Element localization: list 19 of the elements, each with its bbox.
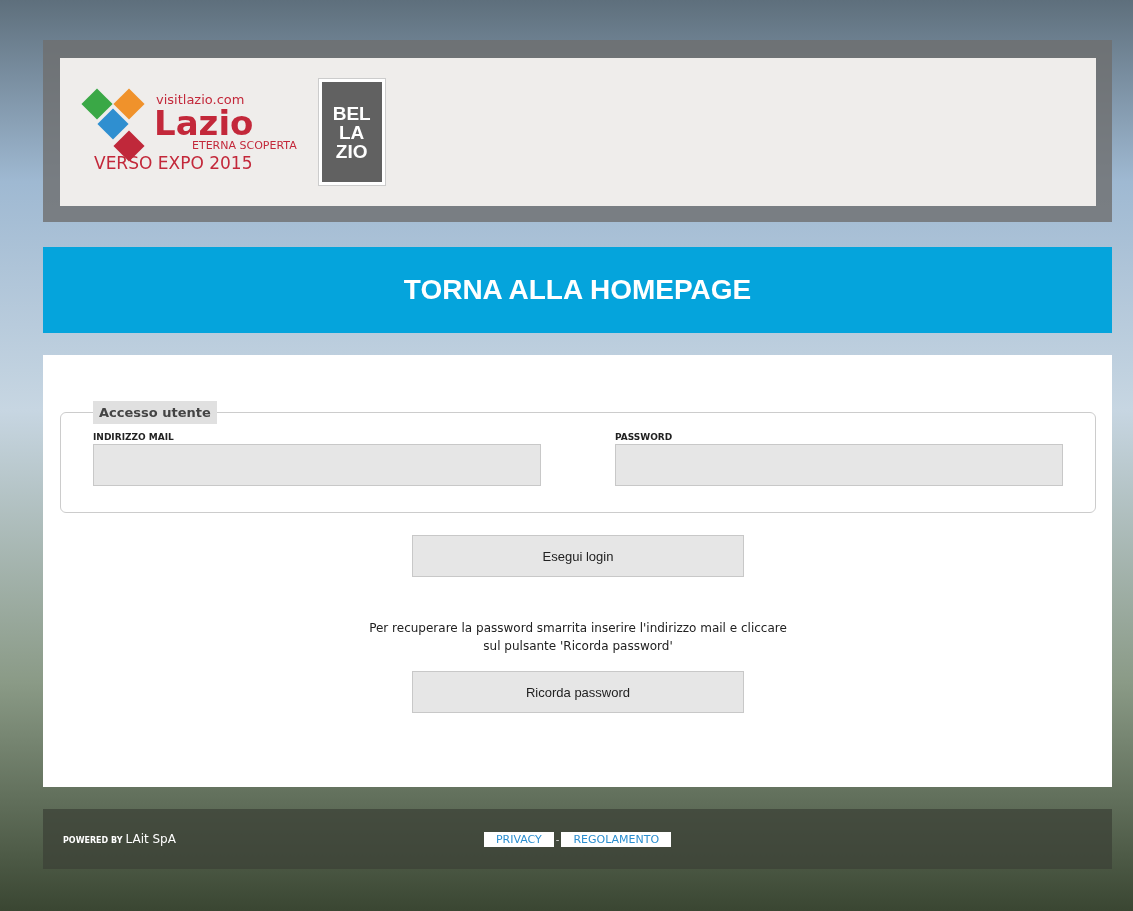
input-field[interactable] [615,444,1063,486]
field-label: PASSWORD [615,432,674,442]
company-name: LAit SpA [125,832,176,846]
footer-link[interactable]: PRIVACY [483,831,554,847]
logo-event-text: VERSO EXPO 2015 [94,154,254,172]
logo-site-text: visitlazio.com [156,92,246,106]
fieldset-legend: Accesso utente [93,401,217,424]
input-field[interactable] [93,444,541,486]
homepage-link[interactable]: TORNA ALLA HOMEPAGE [43,247,1112,333]
logo-tagline-text: ETERNA SCOPERTA [192,139,297,151]
login-button[interactable]: Esegui login [412,535,744,577]
field-label: INDIRIZZO MAIL [93,432,175,442]
footer-link[interactable]: REGOLAMENTO [561,831,672,847]
recover-password-button[interactable]: Ricorda password [412,671,744,713]
recovery-note: Per recuperare la password smarrita inserire l'indirizzo mail e cliccare sul pulsante 'Ricorda password' [368,620,788,655]
bellazio-logo: BEL LA ZIO [318,79,385,185]
powered-by-text: POWERED BY [63,836,123,845]
logo-name-text: Lazio [154,105,254,140]
link-separator: - [555,833,560,845]
